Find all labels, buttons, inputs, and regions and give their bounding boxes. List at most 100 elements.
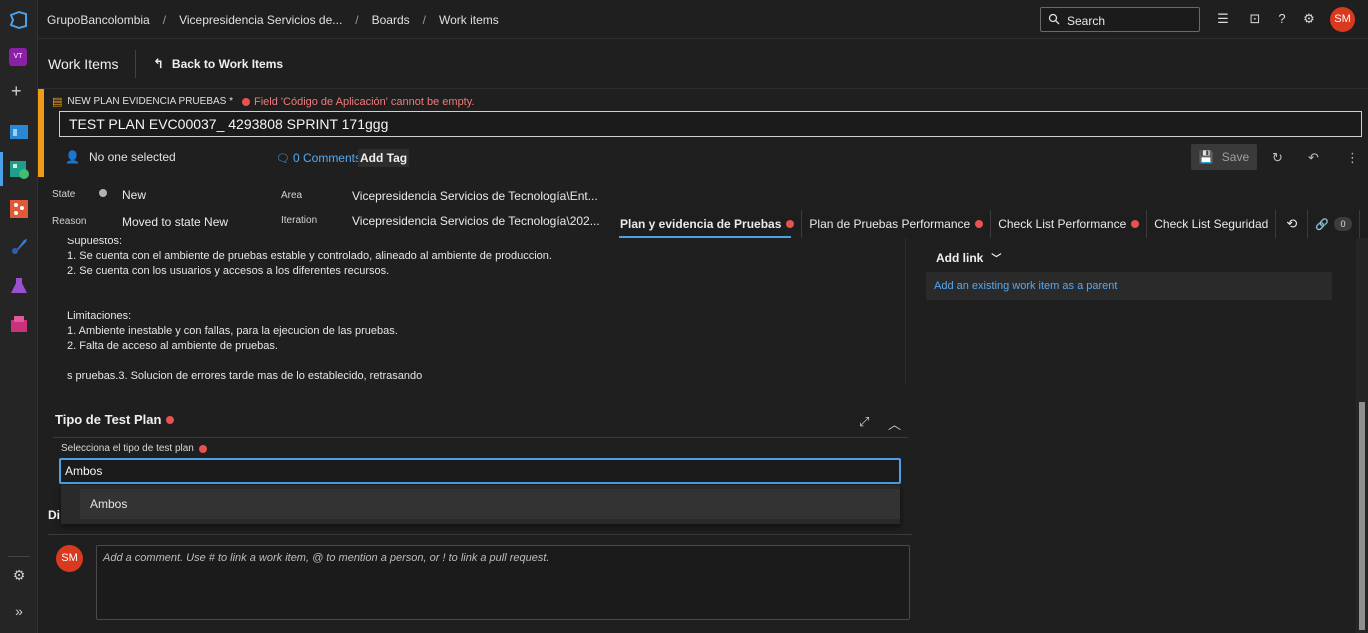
breadcrumb-separator: / <box>355 13 359 27</box>
reason-field[interactable]: Moved to state New <box>122 215 228 229</box>
maximize-icon[interactable]: ⤢ <box>859 414 869 430</box>
tab-error-icon <box>1131 220 1140 228</box>
repos-icon[interactable] <box>9 199 29 219</box>
validation-error: Field 'Código de Aplicación' cannot be e… <box>242 96 474 108</box>
scrollbar-thumb[interactable] <box>1359 402 1365 630</box>
breadcrumb: GrupoBancolombia / Vicepresidencia Servi… <box>47 13 499 27</box>
details-pane: Supuestos: 1. Se cuenta con el ambiente … <box>38 238 912 633</box>
breadcrumb-separator: / <box>422 13 426 27</box>
history-icon: ⟲ <box>1286 216 1298 231</box>
boards-icon[interactable] <box>9 159 29 179</box>
marketplace-icon[interactable]: ⊡ <box>1247 11 1263 27</box>
section-divider <box>53 437 908 438</box>
search-box[interactable]: Search <box>1040 7 1200 32</box>
discussion-label: Di <box>48 508 60 522</box>
discussion-divider <box>48 534 912 535</box>
tab-history[interactable]: ⟲ <box>1276 210 1309 238</box>
add-link-button[interactable]: Add link ﹀ <box>936 250 1002 266</box>
tab-error-icon <box>975 220 984 228</box>
tab-checklist-seguridad[interactable]: Check List Seguridad <box>1147 210 1277 238</box>
task-list-icon[interactable]: ☰ <box>1215 11 1231 27</box>
link-icon: 🔗 <box>1315 218 1330 231</box>
comment-input[interactable]: Add a comment. Use # to link a work item… <box>96 545 910 620</box>
project-avatar[interactable]: VT <box>9 48 27 66</box>
description-scrollbar[interactable] <box>905 238 906 385</box>
breadcrumb-work-items[interactable]: Work items <box>439 13 499 27</box>
description-editor[interactable]: Supuestos: 1. Se cuenta con el ambiente … <box>58 238 906 385</box>
area-field[interactable]: Vicepresidencia Servicios de Tecnología\… <box>352 189 598 203</box>
undo-icon[interactable]: ↶ <box>1308 150 1319 166</box>
error-icon <box>242 97 251 106</box>
tab-plan-performance[interactable]: Plan de Pruebas Performance <box>802 210 992 238</box>
title-field[interactable] <box>59 111 1362 137</box>
tab-plan-evidencia[interactable]: Plan y evidencia de Pruebas <box>613 210 803 238</box>
overview-icon[interactable] <box>9 121 29 141</box>
sub-header: Work Items ↰ Back to Work Items <box>38 39 1368 89</box>
tab-attachments[interactable]: 📎 0 <box>1360 210 1368 238</box>
expand-rail-icon[interactable]: » <box>0 603 38 619</box>
breadcrumb-org[interactable]: GrupoBancolombia <box>47 13 150 27</box>
chevron-down-icon: ﹀ <box>991 254 1002 265</box>
comment-icon: 🗨 <box>276 152 290 165</box>
validation-error-text: Field 'Código de Aplicación' cannot be e… <box>254 95 475 108</box>
back-to-work-items-button[interactable]: ↰ Back to Work Items <box>153 56 283 72</box>
tab-label: Check List Performance <box>998 217 1127 231</box>
save-label: Save <box>1221 150 1250 164</box>
test-plan-type-label: Selecciona el tipo de test plan <box>61 443 207 454</box>
refresh-icon[interactable]: ↻ <box>1272 150 1283 166</box>
pipelines-icon[interactable] <box>9 237 29 257</box>
save-button[interactable]: 💾 Save <box>1191 144 1257 170</box>
page-scrollbar[interactable] <box>1356 238 1368 633</box>
top-bar: GrupoBancolombia / Vicepresidencia Servi… <box>38 0 1368 39</box>
add-tag-button[interactable]: Add Tag <box>358 149 410 167</box>
assigned-to-value: No one selected <box>88 150 176 164</box>
project-settings-icon[interactable]: ⚙ <box>0 567 38 584</box>
page-tabs: Plan y evidencia de Pruebas Plan de Prue… <box>613 210 1368 238</box>
person-icon: 👤 <box>65 150 80 164</box>
links-pane: Add link ﹀ Add an existing work item as … <box>912 238 1368 633</box>
tab-links[interactable]: 🔗 0 <box>1308 210 1361 238</box>
breadcrumb-project[interactable]: Vicepresidencia Servicios de... <box>179 13 342 27</box>
description-line: 1. Se cuenta con el ambiente de pruebas … <box>67 250 552 262</box>
tab-checklist-performance[interactable]: Check List Performance <box>991 210 1148 238</box>
help-icon[interactable]: ? <box>1274 11 1290 27</box>
work-item-type: ▤ NEW PLAN EVIDENCIA PRUEBAS * Field 'Có… <box>52 95 474 109</box>
artifacts-icon[interactable] <box>9 314 29 334</box>
more-actions-icon[interactable]: ⋮ <box>1346 150 1359 166</box>
add-parent-link[interactable]: Add an existing work item as a parent <box>926 272 1332 300</box>
reason-label: Reason <box>52 216 87 227</box>
new-project-icon[interactable]: + <box>11 82 22 100</box>
description-line: 2. Falta de acceso al ambiente de prueba… <box>67 340 278 352</box>
section-title-text: Tipo de Test Plan <box>55 412 162 427</box>
selected-indicator <box>0 152 3 186</box>
tab-label: Plan de Pruebas Performance <box>809 217 971 231</box>
breadcrumb-boards[interactable]: Boards <box>372 13 410 27</box>
description-line: Supuestos: <box>67 238 123 247</box>
collapse-chevron-icon[interactable]: ︿ <box>888 414 901 433</box>
work-item-type-accent <box>38 89 44 177</box>
search-icon <box>1048 13 1060 25</box>
required-error-icon <box>166 415 175 424</box>
state-label: State <box>52 189 76 200</box>
save-icon: 💾 <box>1198 150 1214 164</box>
links-count: 0 <box>1334 217 1353 231</box>
back-label: Back to Work Items <box>171 57 284 71</box>
state-field[interactable]: New <box>122 188 146 202</box>
work-item-type-icon: ▤ <box>52 96 63 108</box>
description-line: Limitaciones: <box>67 310 132 322</box>
search-label: Search <box>1067 14 1106 28</box>
breadcrumb-separator: / <box>162 13 167 27</box>
tab-label: Plan y evidencia de Pruebas <box>620 217 782 231</box>
comments-link[interactable]: 🗨 0 Comments <box>276 151 361 165</box>
azure-devops-logo-icon[interactable] <box>9 10 29 30</box>
user-settings-icon[interactable]: ⚙ <box>1301 11 1317 27</box>
iteration-field[interactable]: Vicepresidencia Servicios de Tecnología\… <box>352 214 600 228</box>
work-item-header: ▤ NEW PLAN EVIDENCIA PRUEBAS * Field 'Có… <box>38 89 1368 177</box>
test-plan-type-combobox[interactable]: Ambos <box>59 458 901 484</box>
dropdown-option-ambos[interactable]: Ambos <box>80 489 900 519</box>
user-avatar[interactable]: SM <box>1330 7 1355 32</box>
comments-count: 0 Comments <box>292 151 361 165</box>
assigned-to-picker[interactable]: 👤 No one selected <box>65 150 176 164</box>
test-plan-type-dropdown: Ambos <box>61 485 900 524</box>
test-plans-icon[interactable] <box>9 276 29 296</box>
